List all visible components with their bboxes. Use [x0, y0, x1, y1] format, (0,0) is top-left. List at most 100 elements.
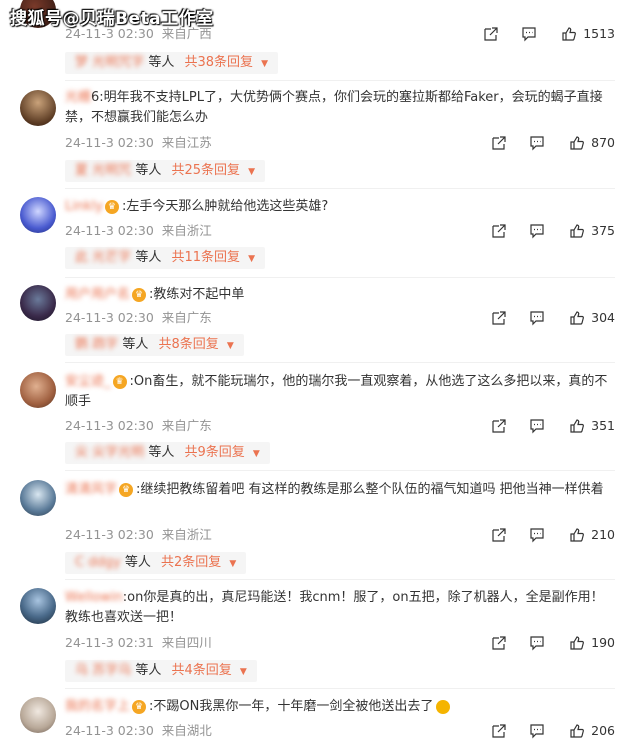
chevron-down-icon: ▼ [229, 559, 237, 569]
like-count: 206 [591, 723, 615, 738]
watermark: 搜狐号@贝瑞Beta工作室 [10, 9, 214, 29]
like-button[interactable]: 375 [563, 221, 615, 241]
like-button[interactable]: 304 [563, 308, 615, 328]
emoji-icon [436, 699, 451, 714]
reply-count[interactable]: 共4条回复 [171, 663, 231, 678]
reply-bar[interactable]: 鹦 鹉字 等人 共8条回复 ▼ [65, 334, 244, 356]
comment-time: 24-11-3 02:30 [65, 527, 154, 542]
comment-icon [529, 135, 545, 151]
divider [65, 277, 615, 278]
like-button[interactable]: 870 [563, 133, 615, 153]
like-count: 190 [591, 635, 615, 650]
share-icon [491, 135, 507, 151]
share-button[interactable] [491, 418, 507, 434]
comment-username[interactable]: Linkly [65, 199, 103, 214]
comment-username[interactable]: 上 [117, 699, 130, 714]
share-button[interactable] [491, 223, 507, 239]
like-count: 210 [591, 527, 615, 542]
comment-username[interactable]: W [65, 590, 77, 605]
comment-icon [529, 527, 545, 543]
comment-username[interactable]: 清 [65, 482, 78, 497]
reply-username[interactable]: C [75, 555, 84, 570]
reply-count[interactable]: 共8条回复 [158, 337, 218, 352]
chevron-down-icon: ▼ [248, 167, 256, 177]
reply-bar[interactable]: 尖 尖字光明 等人 共9条回复 ▼ [65, 442, 270, 464]
comment-username[interactable]: 用户 [65, 287, 91, 302]
avatar[interactable] [20, 372, 56, 408]
reply-username[interactable]: 乌 [75, 663, 88, 678]
share-button[interactable] [483, 26, 499, 42]
comment-icon [529, 723, 545, 739]
comment-text: Wellowin:on你是真的出，真尼玛能送！我cnm！服了，on五把，除了机器… [65, 590, 604, 625]
reply-count[interactable]: 共25条回复 [171, 163, 240, 178]
crown-badge-icon: ♛ [112, 374, 127, 389]
thumbs-up-icon [569, 723, 585, 739]
chevron-down-icon: ▼ [239, 667, 247, 677]
avatar[interactable] [20, 285, 56, 321]
reply-suffix: 等人 [122, 337, 149, 352]
comment-button[interactable] [529, 310, 545, 326]
reply-username[interactable]: 夏 [75, 163, 88, 178]
reply-bar[interactable]: 梦 光明咒字 等人 共38条回复 ▼ [65, 52, 279, 74]
comment-button[interactable] [529, 635, 545, 651]
comment-button[interactable] [529, 723, 545, 739]
avatar[interactable] [20, 697, 56, 733]
crown-badge-icon: ♛ [132, 699, 147, 714]
reply-bar[interactable]: 乌 苏字乌 等人 共4条回复 ▼ [65, 660, 257, 682]
like-button[interactable]: 351 [563, 416, 615, 436]
reply-count[interactable]: 共38条回复 [184, 55, 253, 70]
avatar[interactable] [20, 90, 56, 126]
like-count: 351 [591, 418, 615, 433]
comment-username[interactable]: 光栅 [65, 90, 91, 105]
reply-suffix: 等人 [135, 250, 162, 265]
reply-username[interactable]: 梦 [75, 55, 88, 70]
comment-button[interactable] [529, 418, 545, 434]
share-button[interactable] [491, 310, 507, 326]
avatar[interactable] [20, 480, 56, 516]
avatar[interactable] [20, 197, 56, 233]
reply-suffix: 等人 [148, 445, 175, 460]
reply-username[interactable]: 尖 [75, 445, 88, 460]
comment-button[interactable] [529, 223, 545, 239]
reply-username[interactable]: 此 [75, 250, 88, 265]
thumbs-up-icon [561, 26, 577, 42]
reply-bar[interactable]: 此 光芒字 等人 共11条回复 ▼ [65, 247, 266, 269]
reply-bar[interactable]: C ddgy 等人 共2条回复 ▼ [65, 552, 247, 574]
comment-button[interactable] [521, 26, 537, 42]
comment-time: 24-11-3 02:30 [65, 135, 154, 150]
share-button[interactable] [491, 135, 507, 151]
share-icon [491, 418, 507, 434]
reply-suffix: 等人 [135, 663, 162, 678]
reply-bar[interactable]: 夏 光明咒 等人 共25条回复 ▼ [65, 160, 266, 182]
reply-username[interactable]: 鹦 [75, 337, 88, 352]
comment-time: 24-11-3 02:30 [65, 723, 154, 738]
comment-time: 24-11-3 02:30 [65, 223, 154, 238]
reply-count[interactable]: 共2条回复 [161, 555, 221, 570]
comment-button[interactable] [529, 135, 545, 151]
reply-count[interactable]: 共11条回复 [171, 250, 240, 265]
comment-username[interactable]: 迹_ [91, 374, 111, 389]
thumbs-up-icon [569, 527, 585, 543]
like-button[interactable]: 1513 [555, 24, 615, 44]
comment-button[interactable] [529, 527, 545, 543]
divider [65, 688, 615, 689]
comment-time: 24-11-3 02:31 [65, 635, 154, 650]
like-button[interactable]: 206 [563, 721, 615, 741]
share-button[interactable] [491, 635, 507, 651]
like-button[interactable]: 210 [563, 525, 615, 545]
share-icon [483, 26, 499, 42]
thumbs-up-icon [569, 223, 585, 239]
avatar[interactable] [20, 588, 56, 624]
crown-badge-icon: ♛ [132, 287, 147, 302]
share-button[interactable] [491, 723, 507, 739]
thumbs-up-icon [569, 635, 585, 651]
thumbs-up-icon [569, 135, 585, 151]
comment-time: 24-11-3 02:30 [65, 310, 154, 325]
share-icon [491, 223, 507, 239]
thumbs-up-icon [569, 418, 585, 434]
like-button[interactable]: 190 [563, 633, 615, 653]
reply-suffix: 等人 [135, 163, 162, 178]
reply-count[interactable]: 共9条回复 [184, 445, 244, 460]
share-button[interactable] [491, 527, 507, 543]
share-icon [491, 635, 507, 651]
